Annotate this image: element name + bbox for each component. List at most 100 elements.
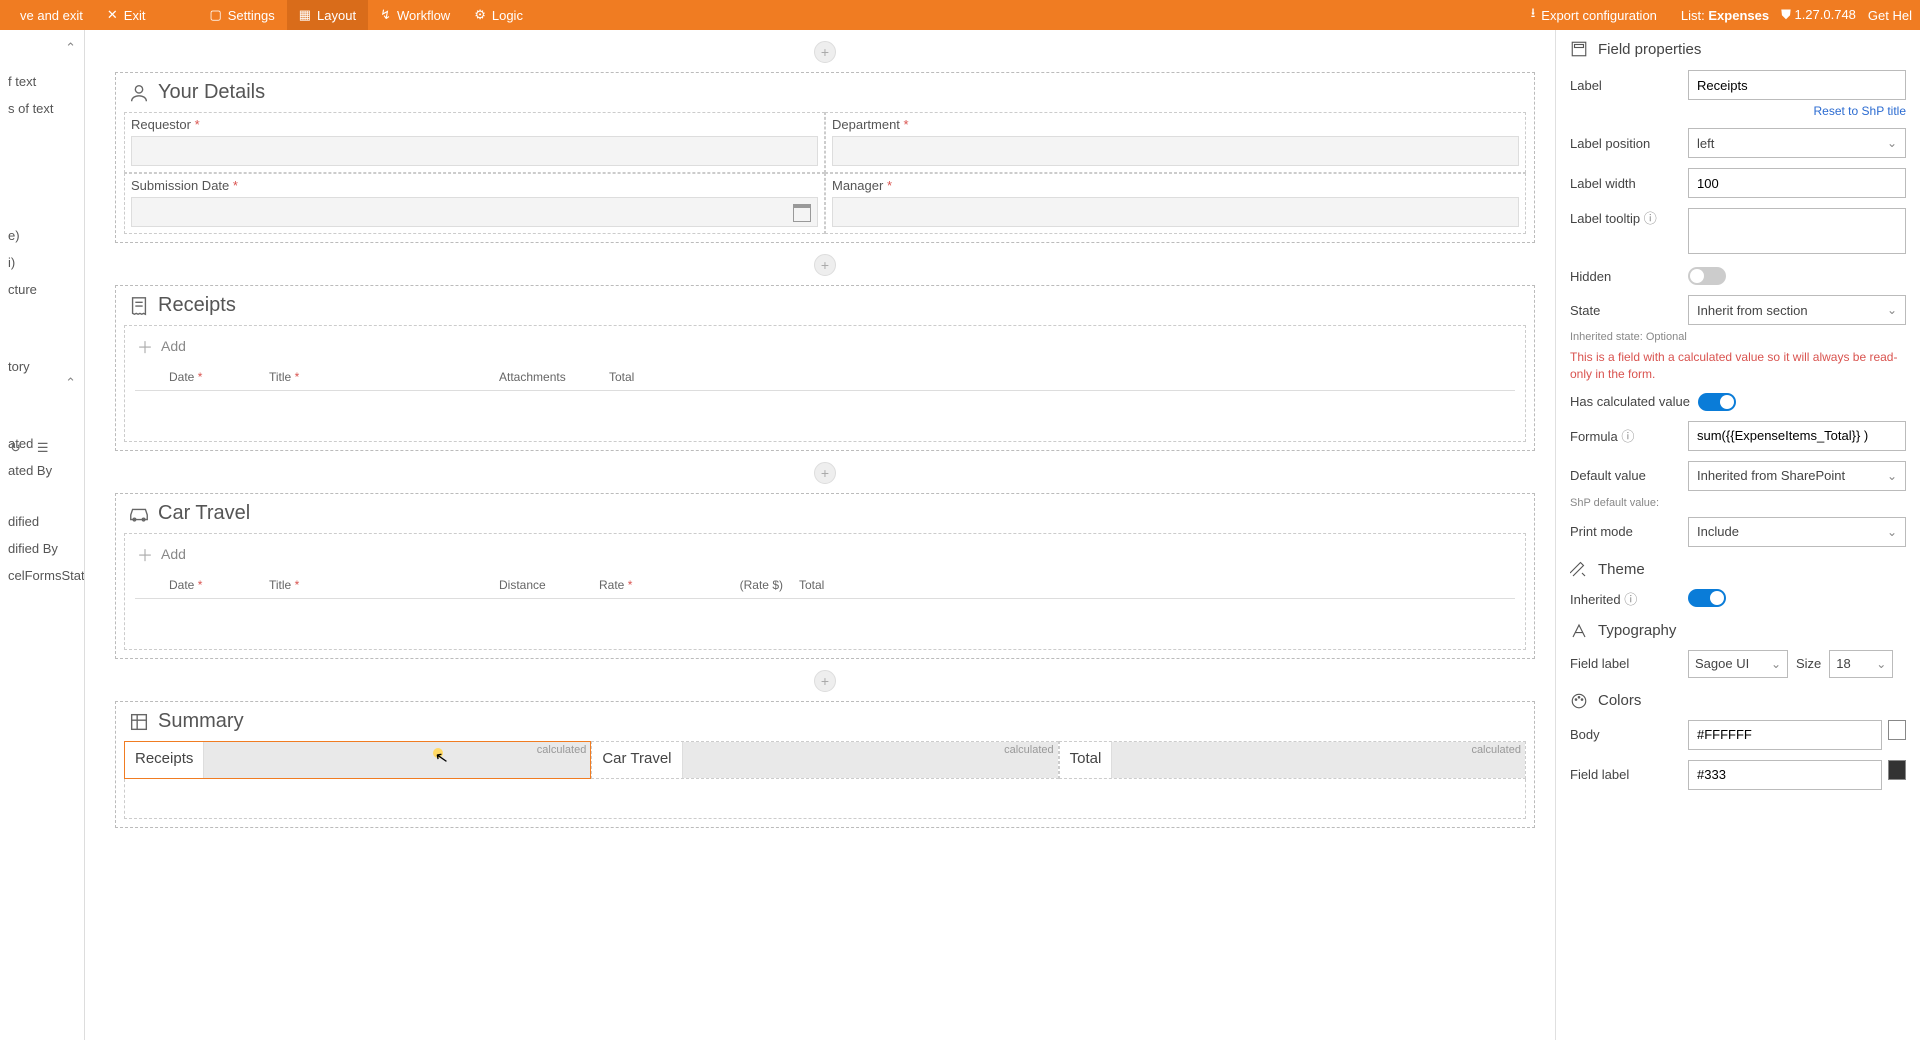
print-mode-select[interactable]: Include⌄ — [1688, 517, 1906, 547]
export-configuration-button[interactable]: ⭳ Export configuration — [1519, 0, 1669, 30]
sidebar-item[interactable]: ated By — [4, 457, 80, 484]
export-icon: ⭳ — [1531, 4, 1536, 26]
colors-section-header: Colors — [1570, 692, 1906, 710]
section-car-travel[interactable]: Car Travel ＋ Add Date * Title * Distance… — [115, 493, 1535, 659]
info-icon[interactable]: ⓘ — [1624, 592, 1637, 607]
label-position-select[interactable]: left⌄ — [1688, 128, 1906, 158]
formula-input[interactable] — [1688, 421, 1906, 451]
layout-tab[interactable]: ▦ Layout — [287, 0, 368, 30]
list-icon[interactable]: ☰ — [37, 440, 49, 456]
insert-section-button[interactable]: + — [814, 462, 836, 484]
form-canvas[interactable]: + Your Details Requestor * Department * — [85, 30, 1555, 1040]
has-calculated-value-toggle[interactable] — [1698, 393, 1736, 411]
field-requestor[interactable]: Requestor * — [124, 112, 825, 173]
section-title: Your Details — [158, 81, 265, 104]
receipts-headers: Date * Title * Attachments Total — [135, 366, 1515, 391]
section-title: Receipts — [158, 294, 236, 317]
hidden-toggle[interactable] — [1688, 267, 1726, 285]
typography-section-header: Typography — [1570, 622, 1906, 640]
version-label: ⛊ 1.27.0.748 — [1781, 7, 1856, 23]
summary-car-travel-field[interactable]: Car Travel calculated — [591, 741, 1058, 779]
field-department[interactable]: Department * — [825, 112, 1526, 173]
label-width-input[interactable] — [1688, 168, 1906, 198]
summary-icon — [128, 711, 150, 733]
typography-icon — [1570, 622, 1588, 640]
section-summary[interactable]: Summary Receipts calculated Car Travel c… — [115, 701, 1535, 828]
settings-tab[interactable]: ▢ Settings — [197, 0, 286, 30]
theme-icon — [1570, 561, 1588, 579]
sidebar-item[interactable]: i) — [4, 249, 80, 276]
theme-section-header: Theme — [1570, 561, 1906, 579]
workflow-tab[interactable]: ↯ Workflow — [368, 0, 462, 30]
insert-section-button[interactable]: + — [814, 41, 836, 63]
field-properties-icon — [1570, 40, 1588, 58]
field-manager[interactable]: Manager * — [825, 173, 1526, 234]
font-size-select[interactable]: 18⌄ — [1829, 650, 1893, 678]
default-value-select[interactable]: Inherited from SharePoint⌄ — [1688, 461, 1906, 491]
department-input[interactable] — [832, 136, 1519, 166]
state-select[interactable]: Inherit from section⌄ — [1688, 295, 1906, 325]
collapse-icon[interactable]: ⌃ — [65, 375, 76, 391]
field-submission-date[interactable]: Submission Date * — [124, 173, 825, 234]
person-icon — [128, 82, 150, 104]
sidebar-item[interactable]: s of text — [4, 95, 80, 122]
plus-icon: ＋ — [137, 334, 153, 358]
submission-date-input[interactable] — [131, 197, 818, 227]
list-indicator: List: Expenses — [1681, 8, 1769, 23]
layout-icon: ▦ — [299, 7, 311, 23]
calculated-readonly-warning: This is a field with a calculated value … — [1570, 349, 1906, 383]
sidebar-item[interactable]: cture — [4, 276, 80, 303]
collapse-icon[interactable]: ⌃ — [65, 40, 76, 56]
sidebar-item[interactable]: f text — [4, 68, 80, 95]
properties-header: Field properties — [1570, 40, 1906, 58]
left-sidebar: ⌃ f text s of text e) i) cture ⌃ tory ↻ … — [0, 30, 85, 1040]
field-label-color-swatch[interactable] — [1888, 760, 1906, 780]
info-icon[interactable]: ⓘ — [1644, 211, 1657, 226]
label-input[interactable] — [1688, 70, 1906, 100]
exit-button[interactable]: ✕ Exit — [95, 0, 158, 30]
section-title: Car Travel — [158, 502, 250, 525]
car-travel-headers: Date * Title * Distance Rate * (Rate $) … — [135, 574, 1515, 599]
label-tooltip-input[interactable] — [1688, 208, 1906, 254]
shield-icon: ⛊ — [1781, 7, 1791, 22]
sidebar-item[interactable]: celFormsStatus — [4, 562, 80, 589]
refresh-icon[interactable]: ↻ — [10, 440, 21, 456]
logic-tab[interactable]: ⚙ Logic — [462, 0, 535, 30]
body-color-swatch[interactable] — [1888, 720, 1906, 740]
info-icon[interactable]: ⓘ — [1621, 429, 1634, 444]
summary-receipts-field[interactable]: Receipts calculated — [124, 741, 591, 779]
summary-total-field[interactable]: Total calculated — [1059, 741, 1526, 779]
receipt-icon — [128, 295, 150, 317]
sidebar-item[interactable]: e) — [4, 222, 80, 249]
top-toolbar: ve and exit ✕ Exit ▢ Settings ▦ Layout ↯… — [0, 0, 1920, 30]
add-receipt-button[interactable]: ＋ Add — [125, 326, 1525, 366]
font-select[interactable]: Sagoe UI⌄ — [1688, 650, 1788, 678]
settings-icon: ▢ — [209, 7, 221, 23]
body-color-input[interactable] — [1688, 720, 1882, 750]
close-icon: ✕ — [107, 7, 118, 23]
car-icon — [128, 503, 150, 525]
save-and-exit-button[interactable]: ve and exit — [8, 0, 95, 30]
manager-input[interactable] — [832, 197, 1519, 227]
reset-to-shp-title-link[interactable]: Reset to ShP title — [1570, 104, 1906, 118]
insert-section-button[interactable]: + — [814, 670, 836, 692]
plus-icon: ＋ — [137, 542, 153, 566]
section-receipts[interactable]: Receipts ＋ Add Date * Title * Attachment… — [115, 285, 1535, 451]
shp-default-note: ShP default value: — [1570, 497, 1906, 509]
sidebar-item[interactable]: dified By — [4, 535, 80, 562]
theme-inherited-toggle[interactable] — [1688, 589, 1726, 607]
logic-icon: ⚙ — [474, 7, 486, 23]
section-title: Summary — [158, 710, 244, 733]
palette-icon — [1570, 692, 1588, 710]
properties-panel: Field properties Label Reset to ShP titl… — [1555, 30, 1920, 1040]
sidebar-item[interactable]: dified — [4, 508, 80, 535]
section-your-details[interactable]: Your Details Requestor * Department * Su… — [115, 72, 1535, 243]
field-label-color-input[interactable] — [1688, 760, 1882, 790]
cursor-highlight — [433, 748, 443, 758]
requestor-input[interactable] — [131, 136, 818, 166]
workflow-icon: ↯ — [380, 7, 391, 23]
inherited-state-note: Inherited state: Optional — [1570, 331, 1906, 343]
add-car-travel-button[interactable]: ＋ Add — [125, 534, 1525, 574]
insert-section-button[interactable]: + — [814, 254, 836, 276]
help-button[interactable]: Get Hel — [1868, 8, 1912, 23]
